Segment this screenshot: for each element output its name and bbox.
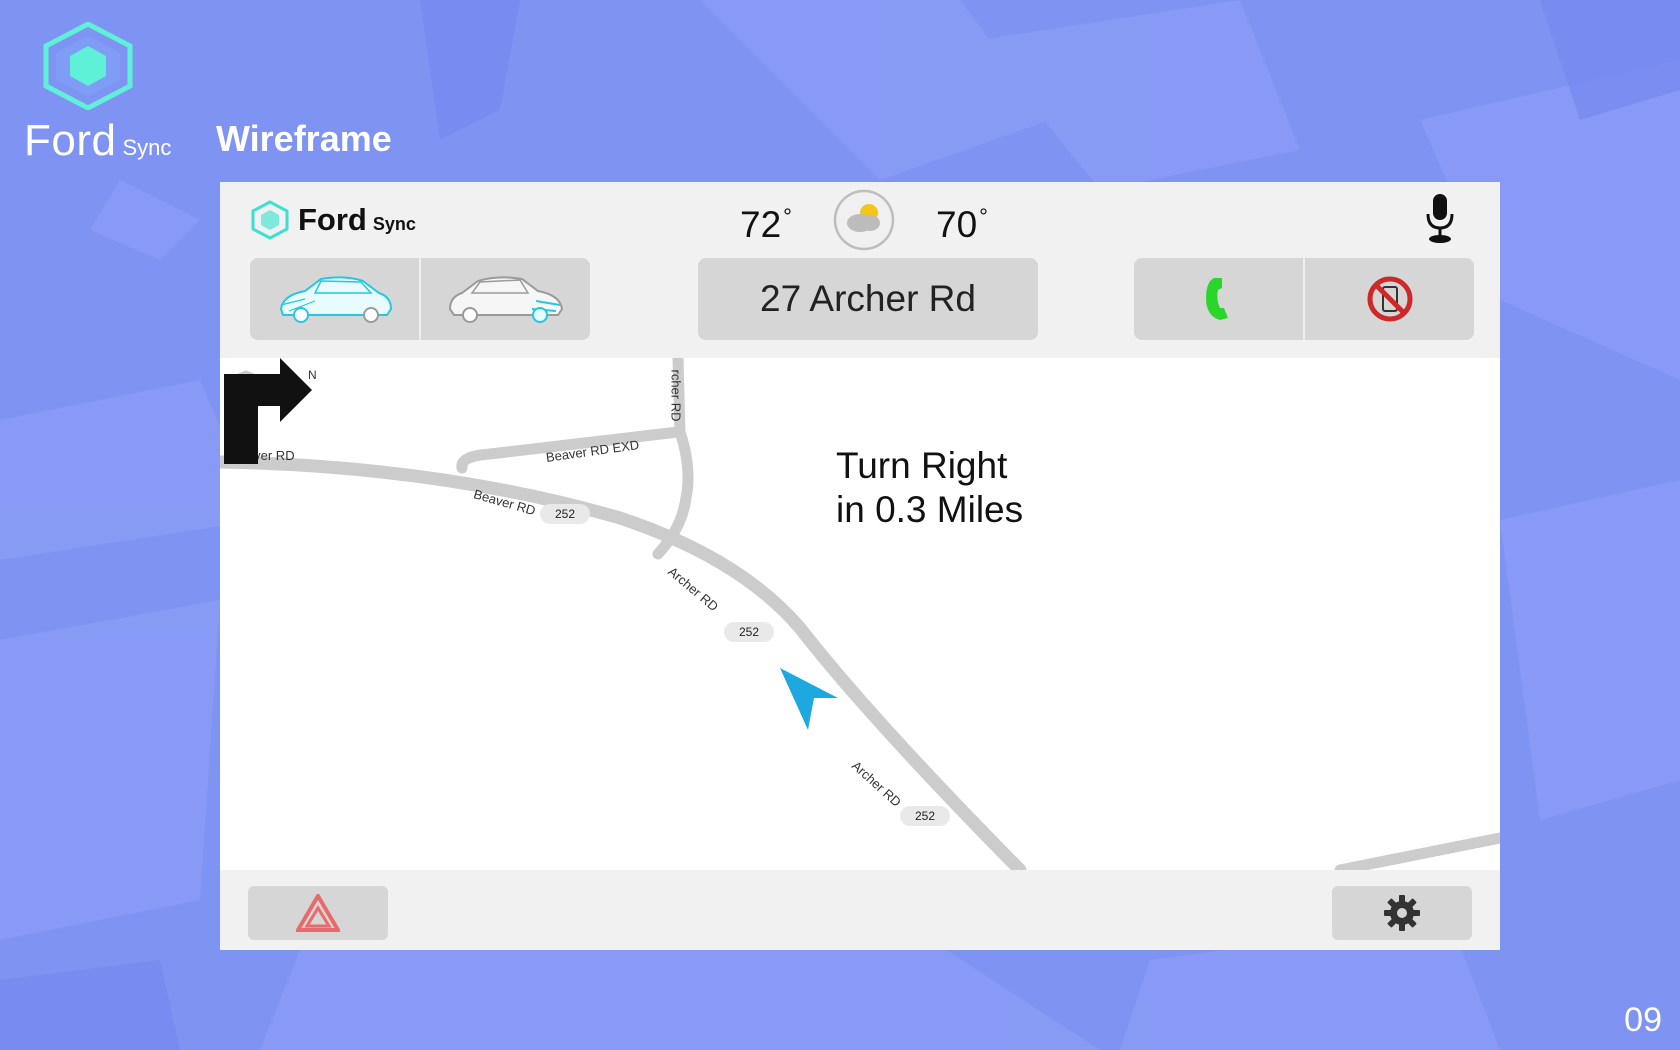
phone-button[interactable] — [1134, 258, 1303, 340]
gear-icon — [1384, 895, 1420, 931]
navigation-map[interactable]: N Beaver RD Beaver RD Beaver RD EXD rche… — [220, 358, 1500, 870]
temperature-left-value: 72 — [740, 204, 782, 245]
degree-symbol: ° — [979, 204, 988, 229]
turn-right-arrow-icon — [224, 358, 312, 464]
brand-sub: Sync — [122, 135, 172, 160]
temperature-right-value: 70 — [936, 204, 978, 245]
header-brand: Ford Sync — [250, 200, 416, 240]
hexagon-cube-logo-icon — [251, 200, 289, 240]
route-badge: 252 — [724, 622, 774, 642]
destination-address-button[interactable]: 27 Archer Rd — [698, 258, 1038, 340]
phone-disabled-icon — [1367, 276, 1412, 322]
route-badge: 252 — [540, 504, 590, 524]
route-badge: 252 — [900, 806, 950, 826]
street-label-archer-rd-north: rcher RD — [668, 369, 684, 422]
car-front-view-icon — [279, 276, 392, 323]
do-not-disturb-phone-button[interactable] — [1303, 258, 1474, 340]
side-road-east — [1334, 832, 1500, 870]
position-arrow-icon — [780, 668, 838, 730]
hexagon-cube-logo-icon — [43, 22, 133, 110]
phone-icon — [1205, 278, 1228, 320]
car-front-view-button[interactable] — [250, 258, 419, 340]
microphone-icon[interactable] — [1424, 192, 1456, 244]
infotainment-screen: Ford Sync 72° 70° 27 Archer Rd N Beaver … — [220, 182, 1500, 950]
turn-instruction: Turn Right in 0.3 Miles — [836, 444, 1023, 532]
page-title: Wireframe — [216, 118, 392, 159]
degree-symbol: ° — [783, 204, 792, 229]
settings-button[interactable] — [1332, 886, 1472, 940]
turn-instruction-line2: in 0.3 Miles — [836, 489, 1024, 530]
phone-buttons — [1134, 258, 1474, 340]
page-number: 09 — [1624, 1001, 1662, 1039]
temperature-right: 70° — [936, 204, 988, 246]
car-view-buttons — [250, 258, 590, 340]
bottom-toolbar — [220, 872, 1500, 950]
hazard-button[interactable] — [248, 886, 388, 940]
header-brand-sub: Sync — [372, 213, 416, 234]
car-rear-view-button[interactable] — [419, 258, 590, 340]
hazard-icon — [296, 894, 340, 932]
header-brand-name: Ford — [298, 202, 367, 237]
brand-name: Ford — [24, 116, 117, 165]
temperature-left: 72° — [740, 204, 792, 246]
turn-instruction-line1: Turn Right — [836, 445, 1008, 486]
road-network — [220, 358, 1500, 870]
car-rear-view-icon — [448, 276, 563, 323]
partly-cloudy-icon[interactable] — [833, 189, 895, 251]
